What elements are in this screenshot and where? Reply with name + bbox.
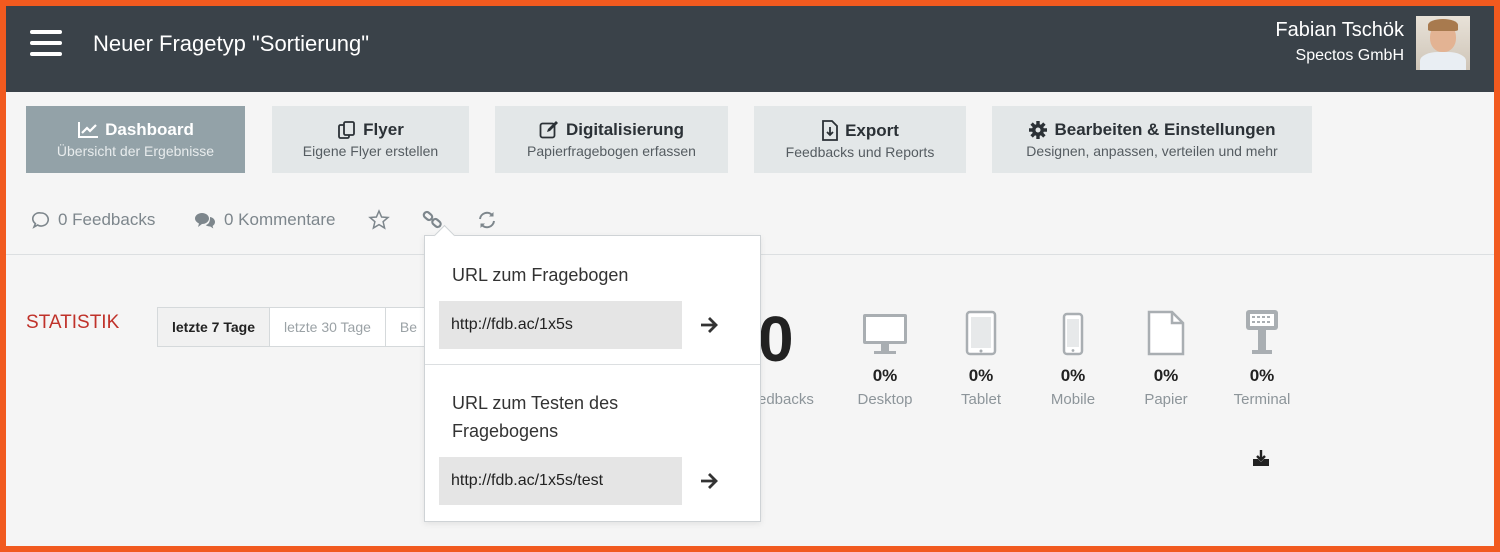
device-paper: 0% Papier [1116, 306, 1216, 408]
nav-export-title: Export [845, 120, 899, 140]
paper-label: Papier [1144, 391, 1188, 408]
chart-line-icon [78, 122, 99, 138]
tablet-percent: 0% [968, 366, 994, 385]
paper-icon [1147, 310, 1185, 356]
star-icon[interactable] [368, 209, 390, 231]
tablet-label: Tablet [960, 391, 1002, 408]
file-export-icon [822, 120, 838, 141]
device-desktop: 0% Desktop [835, 306, 935, 408]
nav-digitalisierung-subtitle: Papierfragebogen erfassen [527, 143, 696, 159]
test-url-field[interactable]: http://fdb.ac/1x5s/test [439, 457, 682, 505]
survey-url-heading: URL zum Fragebogen [452, 265, 629, 285]
range-selector: letzte 7 Tage letzte 30 Tage Be [157, 307, 433, 347]
app-frame: Neuer Fragetyp "Sortierung" Fabian Tschö… [6, 6, 1494, 546]
copy-icon [338, 121, 356, 139]
user-name[interactable]: Fabian Tschök [1275, 19, 1404, 42]
download-icon[interactable] [1252, 449, 1270, 467]
avatar[interactable] [1416, 16, 1470, 70]
nav-dashboard-button[interactable]: Dashboard Übersicht der Ergebnisse [26, 106, 245, 173]
survey-url-field[interactable]: http://fdb.ac/1x5s [439, 301, 682, 349]
comments-icon [195, 213, 215, 229]
top-bar: Neuer Fragetyp "Sortierung" Fabian Tschö… [6, 6, 1494, 92]
paper-percent: 0% [1153, 366, 1179, 385]
mobile-percent: 0% [1060, 366, 1086, 385]
statistics-title: STATISTIK [26, 312, 120, 333]
arrow-right-icon[interactable] [697, 469, 721, 493]
gear-icon [1029, 121, 1048, 139]
nav-flyer-button[interactable]: Flyer Eigene Flyer erstellen [272, 106, 469, 173]
terminal-percent: 0% [1249, 366, 1275, 385]
desktop-label: Desktop [857, 391, 913, 408]
desktop-icon [863, 314, 907, 354]
total-feedbacks-number: 0 [758, 303, 794, 375]
range-7-days[interactable]: letzte 7 Tage [158, 308, 270, 346]
comments-link[interactable]: 0 Kommentare [194, 210, 336, 230]
edit-icon [539, 121, 558, 139]
mobile-icon [1062, 312, 1084, 356]
range-30-days[interactable]: letzte 30 Tage [270, 308, 386, 346]
mobile-label: Mobile [1050, 391, 1096, 408]
comment-outline-icon [32, 211, 50, 229]
total-feedbacks-label: edbacks [758, 391, 814, 408]
device-terminal: 0% Terminal [1212, 306, 1312, 408]
feedbacks-link[interactable]: 0 Feedbacks [32, 210, 155, 230]
test-url-heading-line1: URL zum Testen des [452, 393, 619, 413]
menu-icon[interactable] [30, 30, 62, 56]
nav-settings-title: Bearbeiten & Einstellungen [1054, 120, 1276, 139]
device-tablet: 0% Tablet [931, 306, 1031, 408]
device-mobile: 0% Mobile [1023, 306, 1123, 408]
arrow-right-icon[interactable] [697, 313, 721, 337]
test-url-heading-line2: Fragebogens [452, 421, 559, 441]
desktop-percent: 0% [872, 366, 898, 385]
user-company: Spectos GmbH [1295, 47, 1404, 64]
link-popover: URL zum Fragebogen http://fdb.ac/1x5s UR… [424, 224, 761, 522]
nav-export-subtitle: Feedbacks und Reports [785, 144, 935, 160]
terminal-icon [1246, 310, 1278, 354]
nav-flyer-subtitle: Eigene Flyer erstellen [302, 143, 439, 159]
terminal-label: Terminal [1233, 391, 1291, 408]
nav-export-button[interactable]: Export Feedbacks und Reports [754, 106, 966, 173]
nav-dashboard-title: Dashboard [105, 120, 194, 139]
nav-dashboard-subtitle: Übersicht der Ergebnisse [56, 143, 215, 159]
comments-count: 0 Kommentare [224, 210, 336, 229]
nav-settings-subtitle: Designen, anpassen, verteilen und mehr [1026, 143, 1278, 159]
nav-digitalisierung-title: Digitalisierung [565, 120, 685, 139]
nav-settings-button[interactable]: Bearbeiten & Einstellungen Designen, anp… [992, 106, 1312, 173]
feedbacks-count: 0 Feedbacks [58, 210, 156, 229]
nav-flyer-title: Flyer [363, 120, 404, 139]
tablet-icon [965, 310, 997, 356]
page-title: Neuer Fragetyp "Sortierung" [93, 31, 370, 56]
refresh-icon[interactable] [476, 209, 498, 231]
nav-digitalisierung-button[interactable]: Digitalisierung Papierfragebogen erfasse… [495, 106, 728, 173]
